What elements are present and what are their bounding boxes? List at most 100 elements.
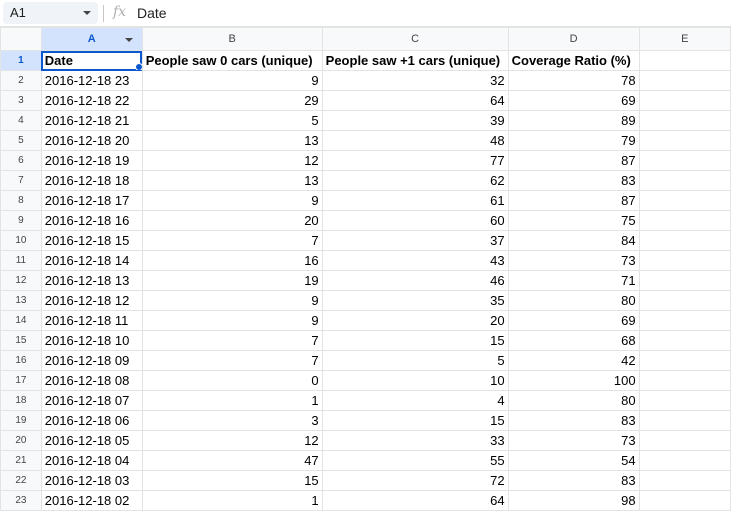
name-box[interactable]: A1 bbox=[3, 2, 98, 24]
row-header[interactable]: 14 bbox=[0, 310, 42, 331]
cell-e[interactable] bbox=[638, 210, 731, 231]
column-header-a[interactable]: A bbox=[40, 27, 143, 51]
cell-d[interactable]: 89 bbox=[507, 110, 640, 131]
column-header-b[interactable]: B bbox=[141, 27, 323, 51]
cell-c[interactable]: 55 bbox=[321, 450, 509, 471]
cell-d[interactable]: 75 bbox=[507, 210, 640, 231]
cell-a[interactable]: 2016-12-18 19 bbox=[40, 150, 143, 171]
row-header[interactable]: 16 bbox=[0, 350, 42, 371]
cell-e[interactable] bbox=[638, 450, 731, 471]
cell-e[interactable] bbox=[638, 370, 731, 391]
cell-b[interactable]: 3 bbox=[141, 410, 323, 431]
formula-input[interactable]: Date bbox=[137, 5, 167, 21]
cell-c[interactable]: 10 bbox=[321, 370, 509, 391]
cell-e[interactable] bbox=[638, 70, 731, 91]
cell-c[interactable]: 32 bbox=[321, 70, 509, 91]
cell-d[interactable]: 68 bbox=[507, 330, 640, 351]
cell-c[interactable]: 64 bbox=[321, 490, 509, 511]
cell-b[interactable]: 1 bbox=[141, 390, 323, 411]
row-header[interactable]: 22 bbox=[0, 470, 42, 491]
row-header[interactable]: 19 bbox=[0, 410, 42, 431]
cell-c[interactable]: 64 bbox=[321, 90, 509, 111]
chevron-down-icon[interactable] bbox=[124, 38, 133, 42]
cell-e[interactable] bbox=[638, 250, 731, 271]
cell-a1[interactable]: Date bbox=[40, 50, 143, 71]
cell-a[interactable]: 2016-12-18 05 bbox=[40, 430, 143, 451]
cell-a[interactable]: 2016-12-18 12 bbox=[40, 290, 143, 311]
cell-a[interactable]: 2016-12-18 11 bbox=[40, 310, 143, 331]
cell-a[interactable]: 2016-12-18 03 bbox=[40, 470, 143, 491]
cell-a[interactable]: 2016-12-18 18 bbox=[40, 170, 143, 191]
cell-b[interactable]: 13 bbox=[141, 130, 323, 151]
cell-a[interactable]: 2016-12-18 06 bbox=[40, 410, 143, 431]
cell-a[interactable]: 2016-12-18 10 bbox=[40, 330, 143, 351]
cell-c[interactable]: 46 bbox=[321, 270, 509, 291]
cell-e[interactable] bbox=[638, 490, 731, 511]
cell-e[interactable] bbox=[638, 350, 731, 371]
cell-b[interactable]: 9 bbox=[141, 190, 323, 211]
cell-c[interactable]: 37 bbox=[321, 230, 509, 251]
chevron-down-icon[interactable] bbox=[83, 11, 91, 15]
cell-d[interactable]: 87 bbox=[507, 190, 640, 211]
cell-b[interactable]: 20 bbox=[141, 210, 323, 231]
cell-d[interactable]: 78 bbox=[507, 70, 640, 91]
cell-a[interactable]: 2016-12-18 13 bbox=[40, 270, 143, 291]
cell-b[interactable]: 7 bbox=[141, 230, 323, 251]
cell-a[interactable]: 2016-12-18 04 bbox=[40, 450, 143, 471]
cell-b[interactable]: 9 bbox=[141, 290, 323, 311]
column-header-d[interactable]: D bbox=[507, 27, 640, 51]
cell-e[interactable] bbox=[638, 130, 731, 151]
cell-d[interactable]: 69 bbox=[507, 90, 640, 111]
cell-d[interactable]: 79 bbox=[507, 130, 640, 151]
cell-a[interactable]: 2016-12-18 16 bbox=[40, 210, 143, 231]
cell-c[interactable]: 61 bbox=[321, 190, 509, 211]
row-header[interactable]: 4 bbox=[0, 110, 42, 131]
cell-d[interactable]: 54 bbox=[507, 450, 640, 471]
cell-b[interactable]: 9 bbox=[141, 70, 323, 91]
cell-a[interactable]: 2016-12-18 22 bbox=[40, 90, 143, 111]
cell-e[interactable] bbox=[638, 230, 731, 251]
row-header[interactable]: 17 bbox=[0, 370, 42, 391]
cell-b[interactable]: 7 bbox=[141, 330, 323, 351]
cell-b[interactable]: 9 bbox=[141, 310, 323, 331]
cell-b[interactable]: 15 bbox=[141, 470, 323, 491]
cell-c[interactable]: 72 bbox=[321, 470, 509, 491]
cell-a[interactable]: 2016-12-18 21 bbox=[40, 110, 143, 131]
cell-e[interactable] bbox=[638, 330, 731, 351]
cell-b[interactable]: 0 bbox=[141, 370, 323, 391]
cell-e[interactable] bbox=[638, 150, 731, 171]
row-header[interactable]: 21 bbox=[0, 450, 42, 471]
cell-d[interactable]: 80 bbox=[507, 390, 640, 411]
cell-d[interactable]: 73 bbox=[507, 430, 640, 451]
cell-e[interactable] bbox=[638, 290, 731, 311]
row-header[interactable]: 20 bbox=[0, 430, 42, 451]
cell-b[interactable]: 29 bbox=[141, 90, 323, 111]
cell-c[interactable]: 35 bbox=[321, 290, 509, 311]
row-header[interactable]: 13 bbox=[0, 290, 42, 311]
cell-a[interactable]: 2016-12-18 23 bbox=[40, 70, 143, 91]
cell-d[interactable]: 83 bbox=[507, 170, 640, 191]
cell-b[interactable]: 1 bbox=[141, 490, 323, 511]
cell-d[interactable]: 73 bbox=[507, 250, 640, 271]
cell-a[interactable]: 2016-12-18 20 bbox=[40, 130, 143, 151]
cell-e[interactable] bbox=[638, 410, 731, 431]
cell-c[interactable]: 39 bbox=[321, 110, 509, 131]
cell-e[interactable] bbox=[638, 110, 731, 131]
cell-e[interactable] bbox=[638, 270, 731, 291]
cell-b[interactable]: 7 bbox=[141, 350, 323, 371]
cell-e[interactable] bbox=[638, 190, 731, 211]
cell-a[interactable]: 2016-12-18 14 bbox=[40, 250, 143, 271]
row-header[interactable]: 7 bbox=[0, 170, 42, 191]
cell-b[interactable]: 5 bbox=[141, 110, 323, 131]
row-header[interactable]: 12 bbox=[0, 270, 42, 291]
column-header-c[interactable]: C bbox=[321, 27, 509, 51]
cell-c[interactable]: 15 bbox=[321, 410, 509, 431]
row-header[interactable]: 18 bbox=[0, 390, 42, 411]
cell-d[interactable]: 69 bbox=[507, 310, 640, 331]
column-header-e[interactable]: E bbox=[638, 27, 731, 51]
cell-c[interactable]: 15 bbox=[321, 330, 509, 351]
cell-d1[interactable]: Coverage Ratio (%) bbox=[507, 50, 640, 71]
cell-a[interactable]: 2016-12-18 17 bbox=[40, 190, 143, 211]
select-all-corner[interactable] bbox=[0, 27, 42, 51]
row-header[interactable]: 8 bbox=[0, 190, 42, 211]
